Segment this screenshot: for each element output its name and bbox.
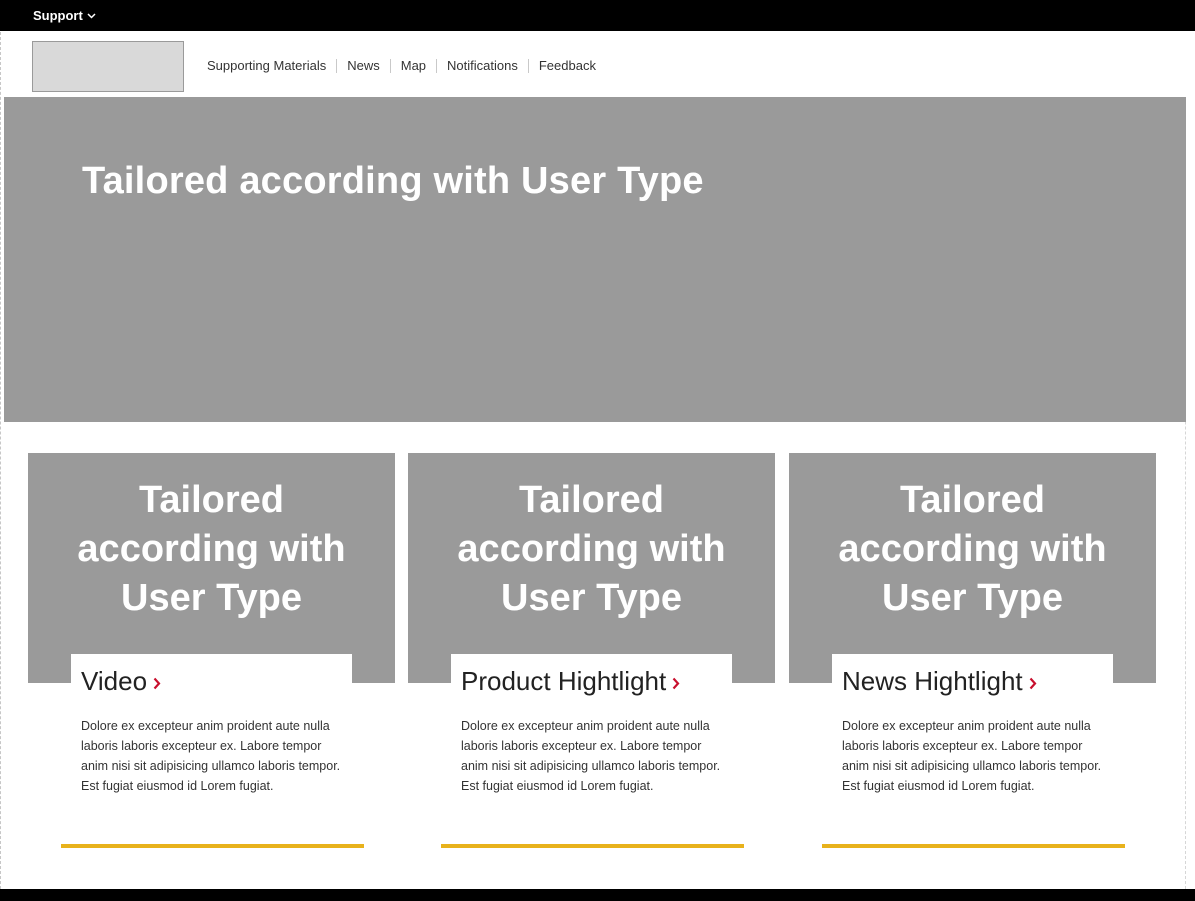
card-body: News Hightlight Dolore ex excepteur anim… xyxy=(832,654,1113,844)
support-menu-label: Support xyxy=(33,8,83,23)
card-title: Video xyxy=(81,666,148,696)
card-media[interactable]: Tailored according with User Type xyxy=(408,453,775,683)
card-accent-rule xyxy=(441,844,744,848)
site-header: Supporting Materials News Map Notificati… xyxy=(2,31,1186,97)
card-accent-rule xyxy=(61,844,364,848)
footer-bar xyxy=(0,889,1195,901)
card-title-link[interactable]: News Hightlight xyxy=(842,666,1037,697)
nav-divider xyxy=(389,58,391,73)
card-news-highlight: Tailored according with User Type News H… xyxy=(789,453,1156,863)
card-title-link[interactable]: Product Hightlight xyxy=(461,666,680,697)
card-media-text: Tailored according with User Type xyxy=(457,478,726,619)
card-title-link[interactable]: Video xyxy=(81,666,161,697)
chevron-down-icon xyxy=(87,12,96,19)
nav-item-notifications[interactable]: Notifications xyxy=(447,58,518,73)
card-media[interactable]: Tailored according with User Type xyxy=(28,453,395,683)
card-media-text: Tailored according with User Type xyxy=(838,478,1107,619)
chevron-right-icon xyxy=(153,677,161,689)
card-product-highlight: Tailored according with User Type Produc… xyxy=(408,453,775,863)
nav-item-news[interactable]: News xyxy=(347,58,380,73)
hero-title: Tailored according with User Type xyxy=(82,160,704,202)
nav-divider xyxy=(436,58,438,73)
card-title: News Hightlight xyxy=(842,666,1023,696)
card-video: Tailored according with User Type Video … xyxy=(28,453,395,863)
nav-item-map[interactable]: Map xyxy=(401,58,426,73)
card-text: Dolore ex excepteur anim proident aute n… xyxy=(81,719,341,793)
card-text: Dolore ex excepteur anim proident aute n… xyxy=(461,719,721,793)
page-guide-left xyxy=(0,32,1,889)
nav-item-supporting-materials[interactable]: Supporting Materials xyxy=(207,58,326,73)
card-body: Product Hightlight Dolore ex excepteur a… xyxy=(451,654,732,844)
card-media-text: Tailored according with User Type xyxy=(77,478,346,619)
main-nav: Supporting Materials News Map Notificati… xyxy=(207,58,596,73)
chevron-right-icon xyxy=(1029,677,1037,689)
card-body: Video Dolore ex excepteur anim proident … xyxy=(71,654,352,844)
chevron-right-icon xyxy=(672,677,680,689)
nav-divider xyxy=(336,58,338,73)
card-media[interactable]: Tailored according with User Type xyxy=(789,453,1156,683)
hero-banner: Tailored according with User Type xyxy=(4,97,1186,422)
logo-placeholder[interactable] xyxy=(32,41,184,92)
nav-divider xyxy=(527,58,529,73)
card-text: Dolore ex excepteur anim proident aute n… xyxy=(842,719,1102,793)
card-accent-rule xyxy=(822,844,1125,848)
top-bar: Support xyxy=(0,0,1195,31)
card-title: Product Hightlight xyxy=(461,666,667,696)
support-menu[interactable]: Support xyxy=(33,8,96,23)
nav-item-feedback[interactable]: Feedback xyxy=(539,58,596,73)
